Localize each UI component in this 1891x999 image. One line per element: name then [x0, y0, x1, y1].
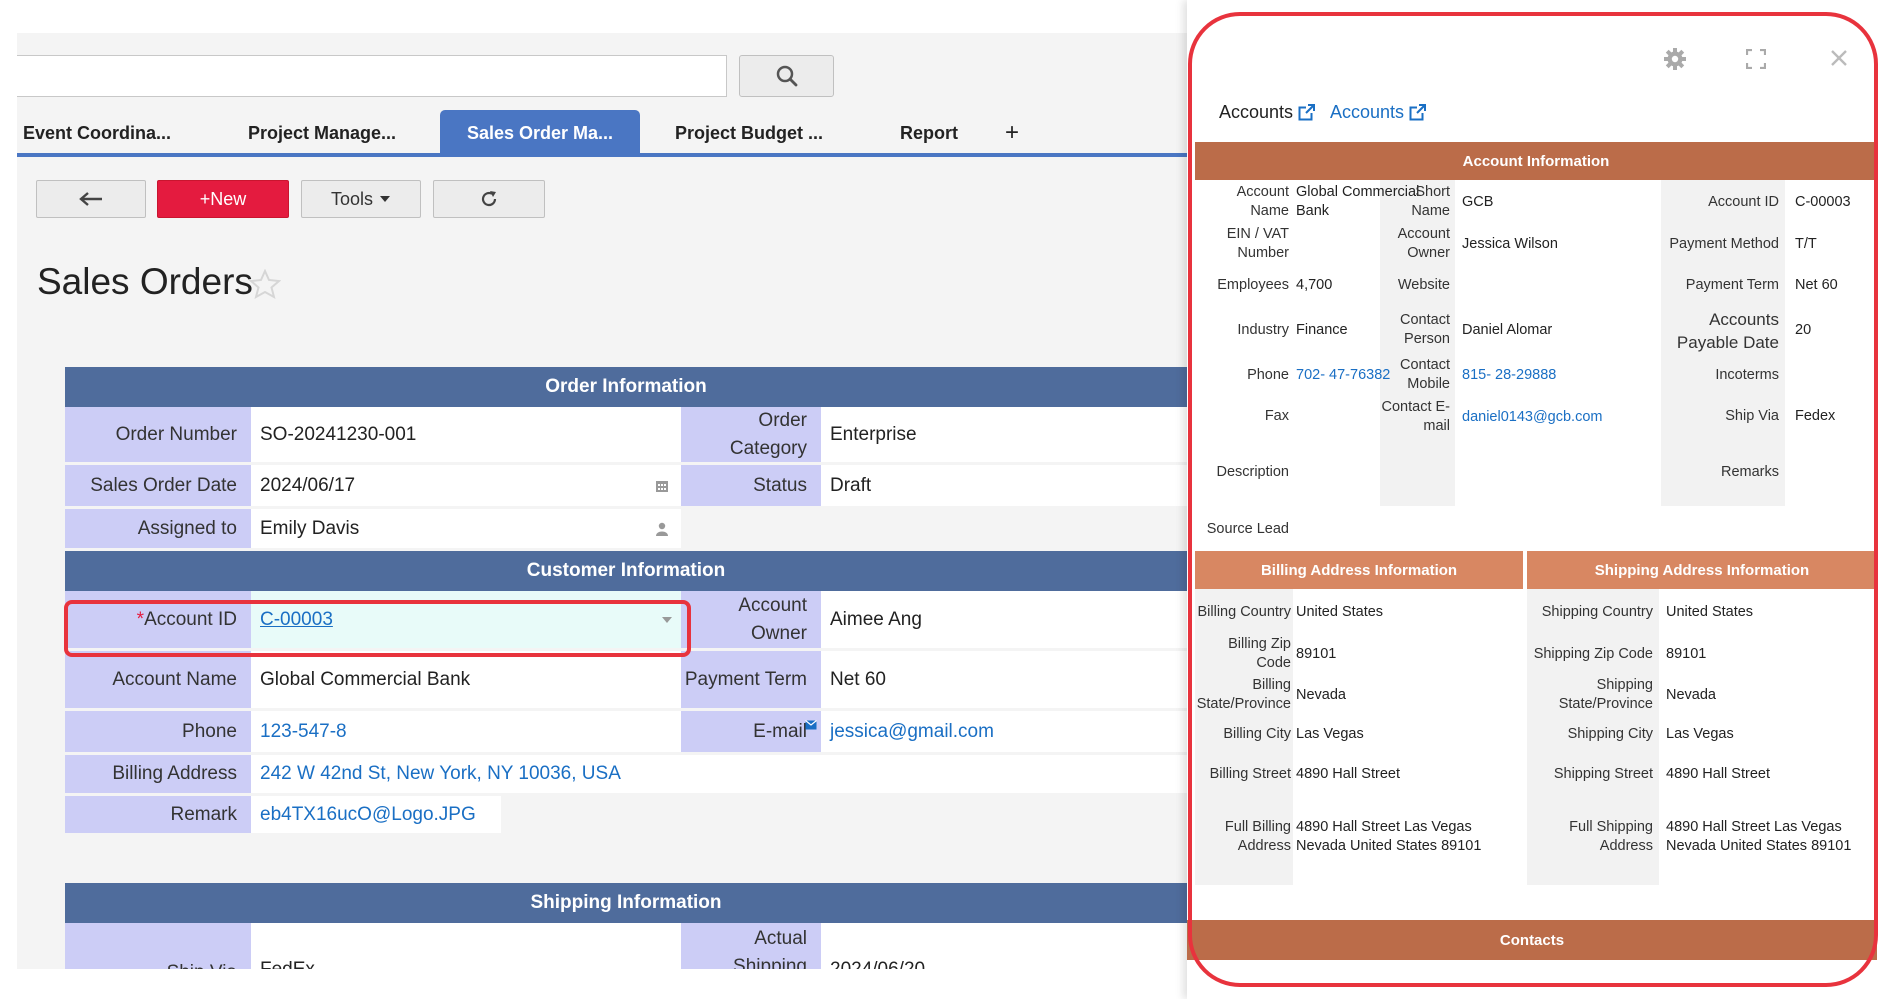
order-information-header: Order Information [65, 367, 1187, 407]
actual-shipping-value: 2024/06/20 [821, 923, 1187, 969]
caret-down-icon [380, 196, 391, 202]
assigned-to-label: Assigned to [65, 509, 251, 551]
account-id-highlight-box [64, 600, 691, 657]
order-category-label: Order Category [681, 407, 821, 465]
order-number-label: Order Number [65, 407, 251, 465]
tools-label: Tools [330, 188, 374, 209]
status-label: Status [681, 465, 821, 509]
billing-address-value[interactable]: 242 W 42nd St, New York, NY 10036, USA [251, 755, 1187, 796]
refresh-icon [481, 191, 497, 207]
panel-highlight-box [1188, 12, 1878, 987]
envelope-icon [805, 720, 817, 730]
refresh-button[interactable] [433, 180, 545, 218]
ship-via-value: FedEx [251, 923, 681, 969]
sales-order-date-text: 2024/06/17 [260, 474, 356, 496]
sales-order-date-label: Sales Order Date [65, 465, 251, 509]
status-value: Draft [821, 465, 1187, 509]
account-owner-label: Account Owner [681, 591, 821, 651]
shipping-information-header: Shipping Information [65, 883, 1187, 923]
sales-order-date-value: 2024/06/17 [251, 465, 681, 509]
email-label-text: E-mail [753, 720, 807, 742]
tab-sales-order-management[interactable]: Sales Order Ma... [440, 110, 640, 156]
page-title: Sales Orders [37, 261, 253, 302]
billing-address-label: Billing Address [65, 755, 251, 796]
new-button[interactable]: +New [157, 180, 289, 218]
account-name-label: Account Name [65, 651, 251, 711]
customer-information-header: Customer Information [65, 551, 1187, 591]
payment-term-label: Payment Term [681, 651, 821, 711]
remark-attachment-link[interactable]: eb4TX16ucO@Logo.JPG [251, 796, 501, 836]
tab-project-management[interactable]: Project Manage... [242, 110, 402, 156]
order-number-value: SO-20241230-001 [251, 407, 681, 465]
remark-label: Remark [65, 796, 251, 836]
tab-project-budget[interactable]: Project Budget ... [669, 110, 829, 156]
order-category-value: Enterprise [821, 407, 1187, 465]
add-tab-button[interactable]: + [997, 110, 1027, 156]
search-button[interactable] [739, 55, 834, 97]
favorite-star-icon[interactable] [249, 269, 281, 299]
tab-event-coordination[interactable]: Event Coordina... [17, 110, 177, 156]
payment-term-value: Net 60 [821, 651, 1187, 711]
calendar-icon[interactable] [655, 479, 669, 493]
user-icon[interactable] [655, 522, 669, 536]
arrow-left-icon [79, 192, 102, 206]
tab-bar-underline [17, 153, 1187, 157]
assigned-to-value: Emily Davis [251, 509, 681, 551]
tools-dropdown[interactable]: Tools [301, 180, 421, 218]
email-label: E-mail [681, 711, 821, 755]
phone-label: Phone [65, 711, 251, 755]
actual-shipping-label: Actual Shipping [681, 923, 821, 969]
search-icon [776, 65, 797, 87]
account-owner-value: Aimee Ang [821, 591, 1187, 651]
ship-via-label: Ship Via [65, 923, 251, 969]
back-button[interactable] [36, 180, 146, 218]
sales-orders-page: Event Coordina... Project Manage... Sale… [17, 33, 1187, 969]
tab-report[interactable]: Report [889, 110, 969, 156]
phone-value[interactable]: 123-547-8 [251, 711, 681, 755]
account-name-value: Global Commercial Bank [251, 651, 681, 711]
email-value[interactable]: jessica@gmail.com [821, 711, 1187, 755]
search-input[interactable] [17, 55, 727, 97]
assigned-to-text: Emily Davis [260, 517, 360, 539]
